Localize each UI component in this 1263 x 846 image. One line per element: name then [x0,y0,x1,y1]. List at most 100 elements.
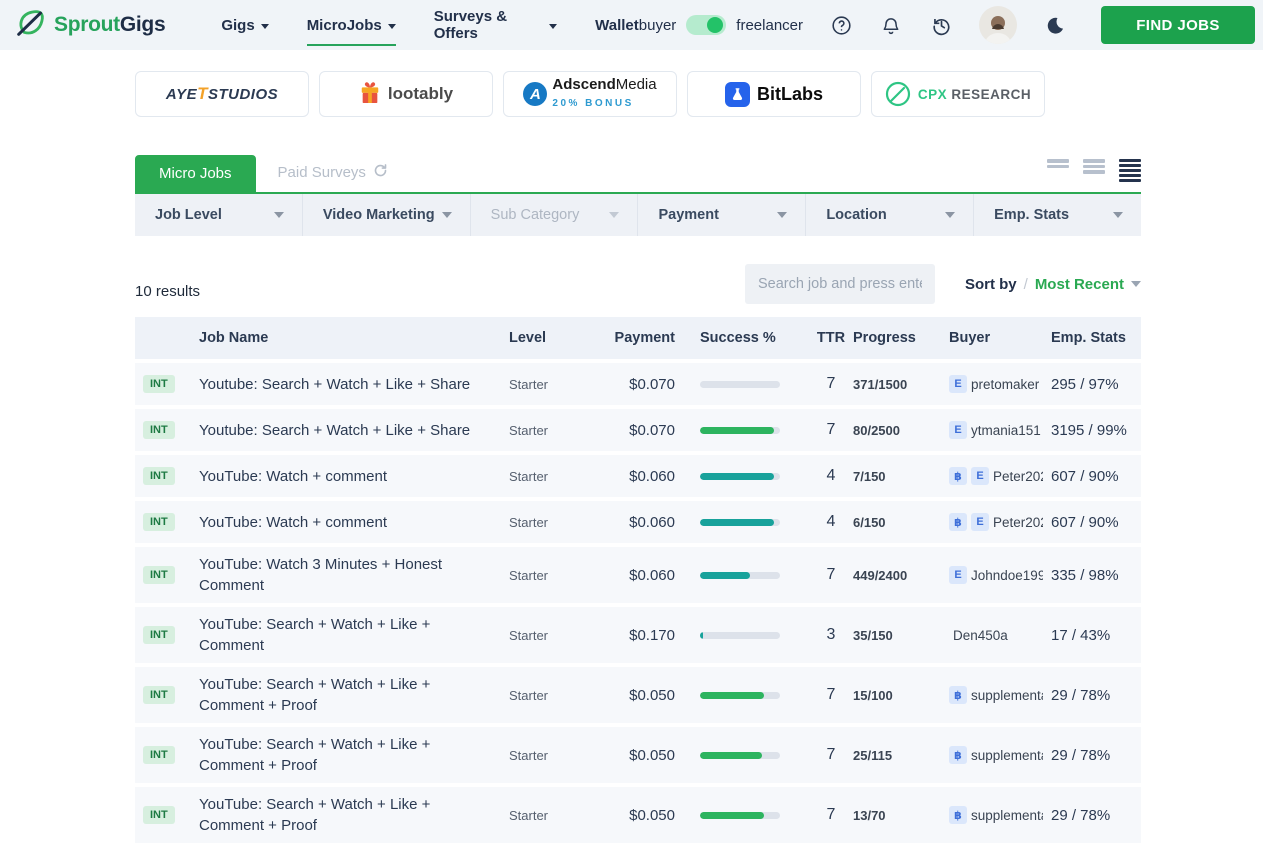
adscend-a-icon: A [523,82,548,106]
help-icon[interactable] [829,13,853,37]
buyer-badges: E [949,421,967,439]
job-buyer[interactable]: ฿ supplementary [949,806,1043,824]
job-level: Starter [509,468,549,484]
job-progress: 449/2400 [853,567,908,583]
chevron-down-icon[interactable] [1131,281,1141,287]
job-row[interactable]: INT YouTube: Search + Watch + Like + Com… [135,667,1141,723]
filter-emp-stats[interactable]: Emp. Stats [974,194,1141,236]
job-progress: 15/100 [853,687,893,703]
job-row[interactable]: INT YouTube: Watch + comment Starter $0.… [135,455,1141,497]
buyer-name: Peter2025 [993,514,1043,530]
job-level-badge: INT [143,806,175,824]
job-row[interactable]: INT YouTube: Search + Watch + Like + Com… [135,727,1141,783]
notifications-bell-icon[interactable] [879,13,903,37]
partner-adscend-media[interactable]: A AdscendMedia 20% BONUS [503,71,677,117]
nav-gigs[interactable]: Gigs [221,11,269,40]
filter-category[interactable]: Video Marketing [303,194,471,236]
nav-wallet[interactable]: Wallet [595,11,639,40]
job-name[interactable]: YouTube: Watch + comment [199,512,509,533]
job-name[interactable]: YouTube: Search + Watch + Like + Comment… [199,734,509,776]
job-row[interactable]: INT YouTube: Search + Watch + Like + Com… [135,607,1141,663]
job-buyer[interactable]: E Johndoe19981 [949,566,1043,584]
job-row[interactable]: INT Youtube: Search + Watch + Like + Sha… [135,409,1141,451]
buyer-label: buyer [638,16,677,34]
job-name[interactable]: Youtube: Search + Watch + Like + Share [199,374,509,395]
user-avatar[interactable] [979,6,1017,44]
job-row[interactable]: INT YouTube: Watch + comment Starter $0.… [135,501,1141,543]
job-progress: 25/115 [853,747,893,763]
adscend-media-logo: AdscendMedia 20% BONUS [552,76,657,109]
view-comfortable-icon[interactable] [1047,159,1069,182]
job-buyer[interactable]: ฿E Peter2025 [949,467,1043,485]
view-cozy-icon[interactable] [1083,159,1105,182]
buyer-name: Peter2025 [993,468,1043,484]
tab-micro-jobs[interactable]: Micro Jobs [135,155,256,192]
job-payment: $0.050 [629,686,675,704]
success-rate-bar [675,518,809,526]
top-navbar: SproutGigs Gigs MicroJobs Surveys & Offe… [0,0,1263,50]
results-count: 10 results [135,283,201,300]
job-row[interactable]: INT YouTube: Watch 3 Minutes + Honest Co… [135,547,1141,603]
sort-value[interactable]: Most Recent [1035,276,1124,293]
job-name[interactable]: YouTube: Search + Watch + Like + Comment… [199,794,509,836]
job-name[interactable]: YouTube: Watch 3 Minutes + Honest Commen… [199,554,509,596]
job-level: Starter [509,376,549,392]
filter-payment[interactable]: Payment [638,194,807,236]
find-jobs-button[interactable]: FIND JOBS [1101,6,1255,44]
escrow-badge-icon: E [949,421,967,439]
partner-cpx-research[interactable]: CPX RESEARCH [871,71,1045,117]
role-toggle-switch[interactable] [686,15,727,35]
tab-paid-surveys[interactable]: Paid Surveys [256,153,410,192]
filter-job-level[interactable]: Job Level [135,194,303,236]
partner-ayet-studios[interactable]: AYETSTUDIOS [135,71,309,117]
chevron-down-icon [945,212,956,218]
partner-lootably[interactable]: lootably [319,71,493,117]
buyer-name: Johndoe19981 [971,567,1043,583]
job-ttr: 7 [826,746,836,763]
nav-microjobs[interactable]: MicroJobs [306,11,396,46]
col-job-name: Job Name [199,330,269,346]
job-emp-stats: 29 / 78% [1051,686,1111,704]
job-name[interactable]: YouTube: Search + Watch + Like + Comment [199,614,509,656]
job-buyer[interactable]: Den450a [949,628,1043,643]
job-row[interactable]: INT Youtube: Search + Watch + Like + Sha… [135,363,1141,405]
job-emp-stats: 29 / 78% [1051,806,1111,824]
tab-bar: Micro Jobs Paid Surveys [135,153,1141,194]
job-ttr: 7 [826,686,836,703]
filter-sub-category[interactable]: Sub Category [471,194,639,236]
job-row[interactable]: INT YouTube: Search + Watch + Like + Com… [135,787,1141,843]
job-buyer[interactable]: ฿ supplementary [949,746,1043,764]
filter-bar: Job Level Video Marketing Sub Category P… [135,194,1141,236]
view-compact-icon[interactable] [1119,159,1141,182]
col-progress: Progress [853,330,916,346]
job-buyer[interactable]: ฿ supplementary [949,686,1043,704]
history-icon[interactable] [929,13,953,37]
job-emp-stats: 335 / 98% [1051,566,1119,584]
job-level-badge: INT [143,686,175,704]
job-ttr: 4 [826,513,836,530]
bitlabs-logo: BitLabs [756,83,823,104]
success-rate-bar [675,571,809,579]
freelancer-label: freelancer [736,16,803,34]
job-progress: 80/2500 [853,422,900,438]
job-buyer[interactable]: ฿E Peter2025 [949,513,1043,531]
job-buyer[interactable]: E pretomaker [949,375,1043,393]
job-level-badge: INT [143,421,175,439]
job-name[interactable]: YouTube: Watch + comment [199,466,509,487]
main-nav: Gigs MicroJobs Surveys & Offers Wallet [221,2,639,48]
job-progress: 35/150 [853,627,893,643]
job-level: Starter [509,687,549,703]
job-payment: $0.060 [629,513,675,531]
partner-bitlabs[interactable]: BitLabs [687,71,861,117]
job-name[interactable]: YouTube: Search + Watch + Like + Comment… [199,674,509,716]
job-ttr: 4 [826,467,836,484]
dark-mode-moon-icon[interactable] [1043,13,1067,37]
brand-logo[interactable]: SproutGigs [14,6,166,45]
job-name[interactable]: Youtube: Search + Watch + Like + Share [199,420,509,441]
nav-surveys-offers[interactable]: Surveys & Offers [434,2,558,48]
search-input[interactable] [744,264,935,304]
view-density-toggles [1047,159,1141,182]
filter-location[interactable]: Location [806,194,975,236]
job-level: Starter [509,807,549,823]
job-buyer[interactable]: E ytmania151 [949,421,1043,439]
